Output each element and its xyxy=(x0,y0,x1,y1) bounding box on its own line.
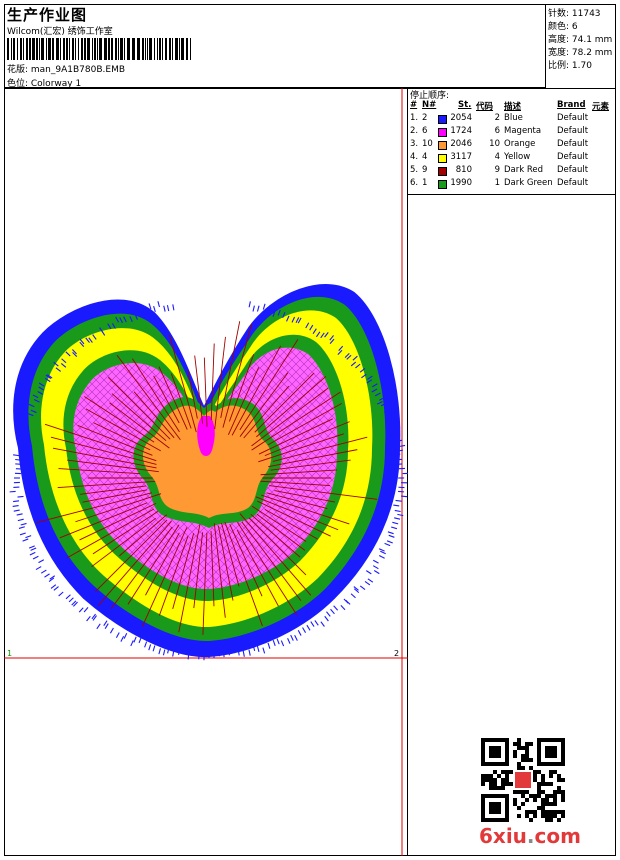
row-brand: Default xyxy=(557,139,589,149)
row-description: Blue xyxy=(504,113,523,123)
color-swatch xyxy=(438,167,447,176)
row-brand: Default xyxy=(557,126,589,136)
row-needle: 9 xyxy=(422,165,428,175)
color-swatch xyxy=(438,141,447,150)
stat-width: 宽度: 78.2 mm xyxy=(548,48,613,58)
stat-height: 高度: 74.1 mm xyxy=(548,35,613,45)
row-description: Yellow xyxy=(504,152,531,162)
row-needle: 6 xyxy=(422,126,428,136)
flower-motif xyxy=(13,284,401,658)
stat-stitches: 针数: 11743 xyxy=(548,9,601,19)
row-stitches: 810 xyxy=(455,165,472,175)
color-swatch xyxy=(438,128,447,137)
row-description: Dark Red xyxy=(504,165,544,175)
row-brand: Default xyxy=(557,178,589,188)
guide-label-right: 2 xyxy=(394,649,399,658)
row-index: 3. xyxy=(410,139,419,149)
stat-scale: 比例: 1.70 xyxy=(548,61,592,71)
row-code: 1 xyxy=(494,178,500,188)
row-needle: 1 xyxy=(422,178,428,188)
row-brand: Default xyxy=(557,113,589,123)
row-code: 2 xyxy=(494,113,500,123)
row-description: Dark Green xyxy=(504,178,553,188)
table-header: # N# St. 代码 描述 Brand 元素 xyxy=(408,100,616,113)
col-brand: Brand xyxy=(557,100,586,110)
col-n: N# xyxy=(422,100,437,110)
col-code: 代码 xyxy=(476,102,494,112)
header: 生产作业图 Wilcom(汇宏) 绣饰工作室 花版: man_9A1B780B.… xyxy=(4,4,546,89)
thread-table: # N# St. 代码 描述 Brand 元素 1. 2 2054 2 Blue Defa… xyxy=(408,100,616,191)
table-row: 5. 9 810 9 Dark Red Default xyxy=(408,165,616,178)
row-stitches: 3117 xyxy=(450,152,472,162)
row-index: 6. xyxy=(410,178,419,188)
row-code: 10 xyxy=(489,139,500,149)
table-row: 3. 10 2046 10 Orange Default xyxy=(408,139,616,152)
row-stitches: 1724 xyxy=(450,126,472,136)
table-row: 1. 2 2054 2 Blue Default xyxy=(408,113,616,126)
col-st: St. xyxy=(458,100,472,110)
row-index: 2. xyxy=(410,126,419,136)
row-code: 4 xyxy=(494,152,500,162)
logo-text: 6xiu.com xyxy=(479,824,581,848)
col-desc: 描述 xyxy=(504,102,522,112)
watermark-logo: 6xiu.com xyxy=(467,738,581,850)
table-row: 2. 6 1724 6 Magenta Default xyxy=(408,126,616,139)
barcode xyxy=(7,38,191,60)
pattern-file: 花版: man_9A1B780B.EMB xyxy=(7,65,126,75)
embroidery-design: 1 2 xyxy=(4,88,408,856)
color-swatch xyxy=(438,180,447,189)
color-swatch xyxy=(438,154,447,163)
row-description: Magenta xyxy=(504,126,542,136)
row-index: 4. xyxy=(410,152,419,162)
row-needle: 4 xyxy=(422,152,428,162)
table-row: 6. 1 1990 1 Dark Green Default xyxy=(408,178,616,191)
col-hash: # xyxy=(410,100,418,110)
color-swatch xyxy=(438,115,447,124)
row-needle: 2 xyxy=(422,113,428,123)
row-index: 1. xyxy=(410,113,419,123)
row-description: Orange xyxy=(504,139,536,149)
row-stitches: 2054 xyxy=(450,113,472,123)
table-row: 4. 4 3117 4 Yellow Default xyxy=(408,152,616,165)
row-stitches: 2046 xyxy=(450,139,472,149)
design-area: 1 2 xyxy=(4,88,408,856)
table-divider xyxy=(408,194,616,195)
row-brand: Default xyxy=(557,165,589,175)
guide-label-left: 1 xyxy=(7,649,12,658)
row-code: 9 xyxy=(494,165,500,175)
stat-colors: 颜色: 6 xyxy=(548,22,578,32)
row-index: 5. xyxy=(410,165,419,175)
qr-code xyxy=(481,738,565,822)
company-name: Wilcom(汇宏) 绣饰工作室 xyxy=(7,27,113,37)
col-element: 元素 xyxy=(592,102,610,112)
row-needle: 10 xyxy=(422,139,433,149)
row-code: 6 xyxy=(494,126,500,136)
page-title: 生产作业图 xyxy=(7,6,88,24)
row-brand: Default xyxy=(557,152,589,162)
row-stitches: 1990 xyxy=(450,178,472,188)
stats-panel: 针数: 11743 颜色: 6 高度: 74.1 mm 宽度: 78.2 mm … xyxy=(546,4,616,88)
